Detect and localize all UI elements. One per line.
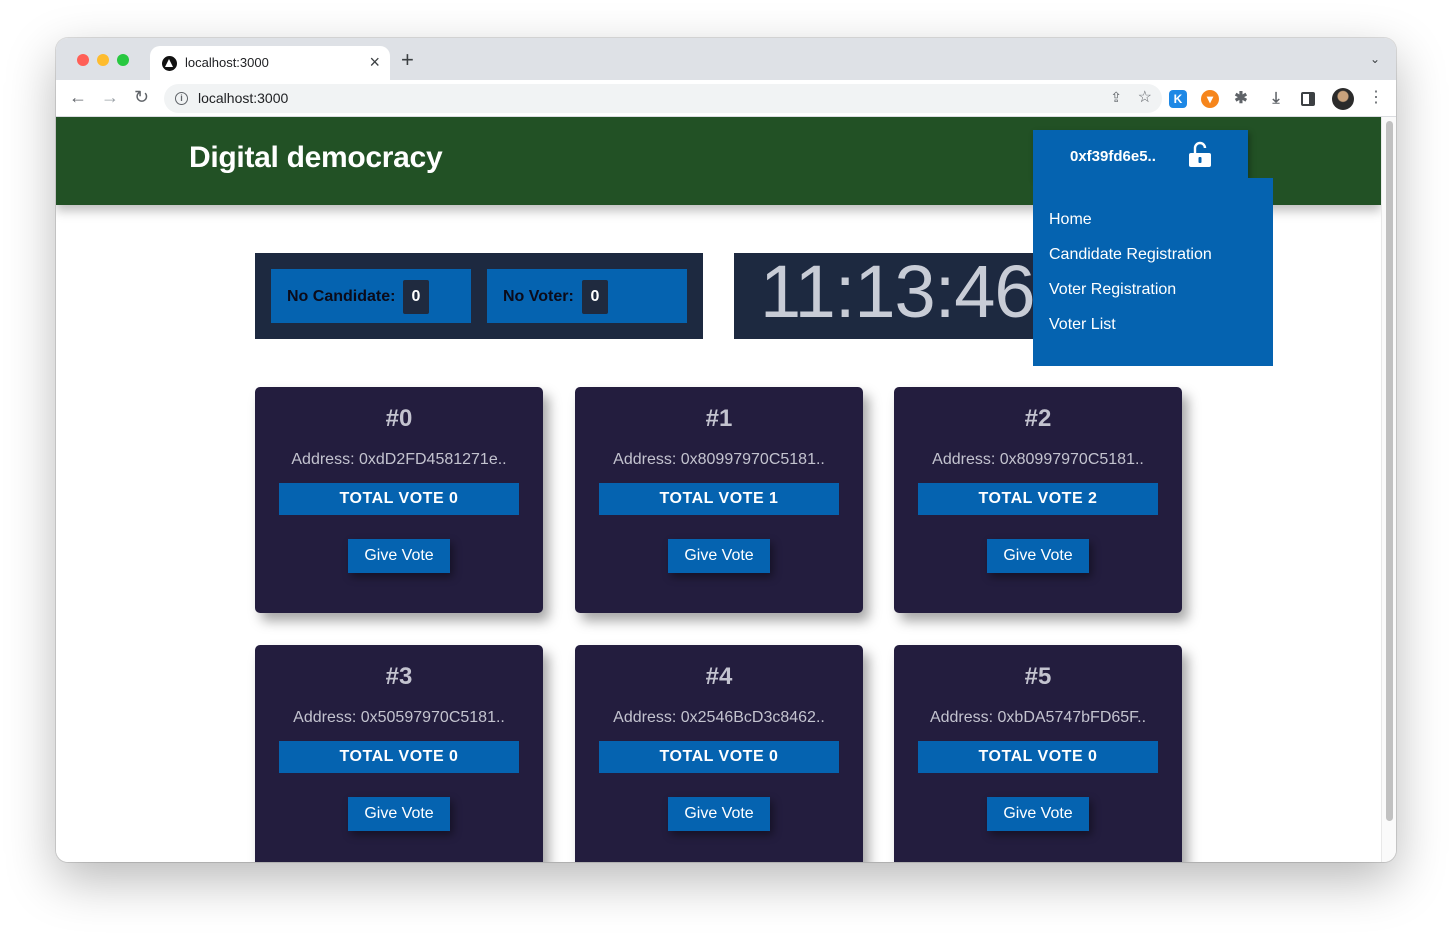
- candidate-number: #2: [1024, 405, 1052, 432]
- menu-item-voter-registration[interactable]: Voter Registration: [1049, 281, 1176, 299]
- url-text[interactable]: localhost:3000: [198, 90, 288, 106]
- candidate-address: Address: 0x80997970C5181..: [613, 451, 825, 468]
- give-vote-button[interactable]: Give Vote: [987, 539, 1089, 573]
- voter-count-card: No Voter: 0: [487, 269, 687, 323]
- clock-time: 11:13:46: [760, 253, 1034, 333]
- page-scrollbar[interactable]: [1381, 117, 1396, 862]
- candidate-count-value: 0: [403, 280, 429, 314]
- total-vote-badge: TOTAL VOTE 0: [918, 741, 1158, 773]
- site-info-icon[interactable]: i: [175, 92, 188, 105]
- browser-toolbar: ← → ↻ i localhost:3000 ⇪ ☆ K ▾ ✱ ⤓ ⋮: [56, 80, 1396, 117]
- address-bar[interactable]: i localhost:3000 ⇪ ☆: [164, 84, 1162, 113]
- candidate-card: #2 Address: 0x80997970C5181.. TOTAL VOTE…: [894, 387, 1182, 613]
- voter-count-label: No Voter:: [503, 288, 574, 305]
- more-menu-icon[interactable]: ⋮: [1368, 87, 1384, 107]
- menu-item-candidate-registration[interactable]: Candidate Registration: [1049, 246, 1212, 264]
- download-icon[interactable]: ⤓: [1267, 90, 1285, 108]
- minimize-window-button[interactable]: [97, 54, 109, 66]
- bookmark-star-icon[interactable]: ☆: [1138, 87, 1152, 107]
- candidate-number: #5: [1024, 663, 1052, 690]
- candidate-count-label: No Candidate:: [287, 288, 396, 305]
- side-panel-icon[interactable]: [1301, 92, 1315, 106]
- metamask-fox-icon[interactable]: ▾: [1201, 90, 1219, 108]
- nav-dropdown-menu: Home Candidate Registration Voter Regist…: [1033, 178, 1273, 366]
- back-arrow-icon[interactable]: ←: [69, 87, 87, 107]
- scrollbar-thumb[interactable]: [1386, 121, 1393, 821]
- candidate-address: Address: 0x2546BcD3c8462..: [613, 709, 825, 726]
- candidate-card: #0 Address: 0xdD2FD4581271e.. TOTAL VOTE…: [255, 387, 543, 613]
- total-vote-badge: TOTAL VOTE 0: [279, 741, 519, 773]
- candidate-number: #1: [705, 405, 733, 432]
- candidate-address: Address: 0x80997970C5181..: [932, 451, 1144, 468]
- tab-search-chevron-icon[interactable]: ⌄: [1370, 52, 1380, 66]
- candidate-address: Address: 0xbDA5747bFD65F..: [929, 709, 1147, 726]
- tab-close-icon[interactable]: ×: [369, 52, 380, 72]
- new-tab-button[interactable]: +: [401, 48, 414, 72]
- profile-avatar[interactable]: [1332, 88, 1354, 110]
- total-vote-badge: TOTAL VOTE 0: [279, 483, 519, 515]
- menu-item-voter-list[interactable]: Voter List: [1049, 316, 1116, 334]
- account-address: 0xf39fd6e5..: [1070, 148, 1156, 165]
- extensions-puzzle-icon[interactable]: ✱: [1232, 90, 1250, 108]
- nextjs-favicon-icon: [162, 56, 177, 71]
- total-vote-badge: TOTAL VOTE 0: [599, 741, 839, 773]
- candidate-address: Address: 0x50597970C5181..: [293, 709, 505, 726]
- stats-panel: No Candidate: 0 No Voter: 0: [255, 253, 703, 339]
- candidate-number: #4: [705, 663, 733, 690]
- forward-arrow-icon[interactable]: →: [101, 87, 119, 107]
- voter-count-value: 0: [582, 280, 608, 314]
- browser-window: localhost:3000 × + ⌄ ← → ↻ i localhost:3…: [56, 38, 1396, 862]
- candidate-card: #4 Address: 0x2546BcD3c8462.. TOTAL VOTE…: [575, 645, 863, 862]
- account-button[interactable]: 0xf39fd6e5..: [1033, 130, 1248, 178]
- candidate-card: #5 Address: 0xbDA5747bFD65F.. TOTAL VOTE…: [894, 645, 1182, 862]
- candidate-number: #0: [385, 405, 413, 432]
- site-title: Digital democracy: [189, 141, 443, 174]
- candidate-address: Address: 0xdD2FD4581271e..: [291, 451, 507, 468]
- give-vote-button[interactable]: Give Vote: [987, 797, 1089, 831]
- candidate-count-card: No Candidate: 0: [271, 269, 471, 323]
- maximize-window-button[interactable]: [117, 54, 129, 66]
- candidate-number: #3: [385, 663, 413, 690]
- total-vote-badge: TOTAL VOTE 2: [918, 483, 1158, 515]
- tab-strip: localhost:3000 × + ⌄: [56, 38, 1396, 80]
- candidate-card: #3 Address: 0x50597970C5181.. TOTAL VOTE…: [255, 645, 543, 862]
- give-vote-button[interactable]: Give Vote: [668, 797, 770, 831]
- tab-title: localhost:3000: [185, 55, 269, 70]
- give-vote-button[interactable]: Give Vote: [348, 539, 450, 573]
- candidate-card: #1 Address: 0x80997970C5181.. TOTAL VOTE…: [575, 387, 863, 613]
- share-icon[interactable]: ⇪: [1110, 89, 1122, 106]
- give-vote-button[interactable]: Give Vote: [348, 797, 450, 831]
- page-viewport: Digital democracy No Candidate: 0 No Vot…: [56, 117, 1381, 862]
- total-vote-badge: TOTAL VOTE 1: [599, 483, 839, 515]
- k-extension-icon[interactable]: K: [1169, 90, 1187, 108]
- unlock-icon: [1189, 141, 1211, 167]
- close-window-button[interactable]: [77, 54, 89, 66]
- browser-tab[interactable]: localhost:3000 ×: [150, 46, 390, 80]
- reload-icon[interactable]: ↻: [134, 87, 149, 107]
- give-vote-button[interactable]: Give Vote: [668, 539, 770, 573]
- menu-item-home[interactable]: Home: [1049, 211, 1092, 229]
- clock-panel: 11:13:46: [734, 253, 1034, 339]
